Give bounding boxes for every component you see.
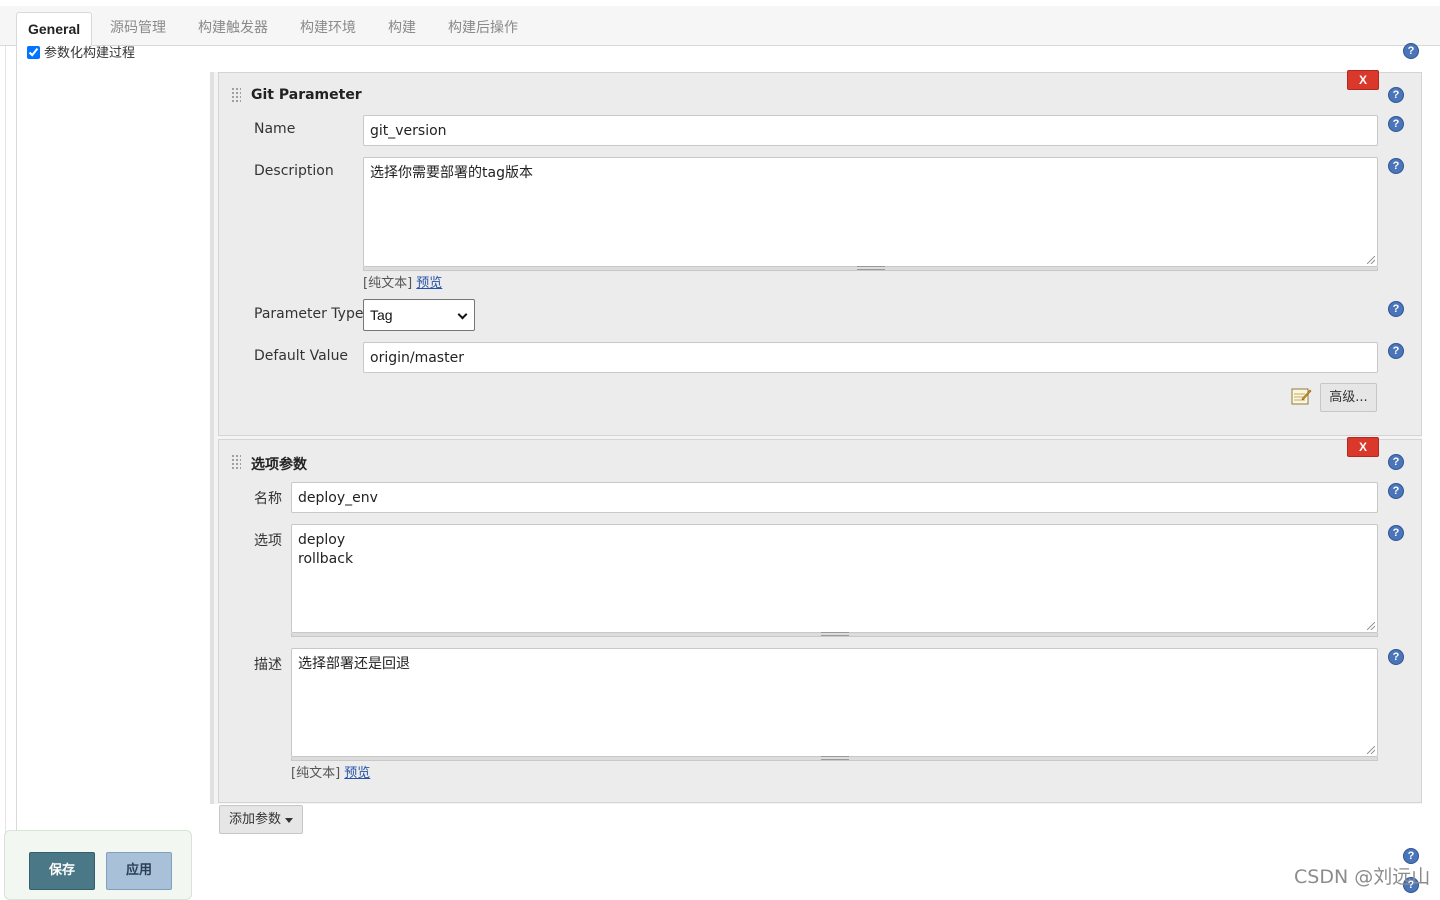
drag-handle-icon[interactable] bbox=[231, 87, 241, 103]
notepad-icon[interactable] bbox=[1290, 386, 1312, 406]
add-parameter-button[interactable]: 添加参数 bbox=[219, 805, 303, 834]
description-label: Description bbox=[254, 163, 334, 179]
parameter-type-label: Parameter Type bbox=[254, 306, 364, 322]
resize-grip-icon[interactable] bbox=[857, 266, 885, 270]
plain-text-label: [纯文本] bbox=[291, 766, 341, 781]
resize-grip-icon[interactable] bbox=[821, 756, 849, 760]
choice-name-label: 名称 bbox=[254, 491, 282, 507]
delete-git-parameter-button[interactable]: X bbox=[1347, 70, 1379, 90]
delete-choice-parameter-button[interactable]: X bbox=[1347, 437, 1379, 457]
choice-name-input[interactable]: deploy_env bbox=[291, 482, 1378, 513]
save-button[interactable]: 保存 bbox=[29, 852, 95, 890]
advanced-button[interactable]: 高级... bbox=[1320, 383, 1377, 412]
section-border bbox=[16, 46, 17, 836]
choices-textarea[interactable]: deploy rollback bbox=[291, 524, 1378, 633]
git-parameter-title: Git Parameter bbox=[251, 87, 362, 103]
resize-grip-icon[interactable] bbox=[821, 632, 849, 636]
add-parameter-label: 添加参数 bbox=[229, 812, 282, 827]
apply-button[interactable]: 应用 bbox=[106, 852, 172, 890]
help-icon[interactable]: ? bbox=[1388, 525, 1404, 541]
parameter-type-value: Tag bbox=[370, 307, 393, 323]
help-icon[interactable]: ? bbox=[1403, 43, 1419, 59]
tab-build-triggers[interactable]: 构建触发器 bbox=[187, 12, 279, 46]
choice-description-textarea[interactable]: 选择部署还是回退 bbox=[291, 648, 1378, 757]
parameterized-build-label: 参数化构建过程 bbox=[44, 46, 136, 61]
chevron-down-icon bbox=[457, 309, 468, 320]
drag-handle-icon[interactable] bbox=[231, 454, 241, 470]
config-tab-bar: General 源码管理 构建触发器 构建环境 构建 构建后操作 bbox=[0, 6, 1440, 47]
default-value-label: Default Value bbox=[254, 348, 349, 364]
preview-link[interactable]: 预览 bbox=[344, 766, 370, 781]
plain-text-label: [纯文本] bbox=[363, 276, 413, 291]
git-parameter-block: Git Parameter X Name git_version Descrip… bbox=[218, 70, 1422, 436]
tab-build[interactable]: 构建 bbox=[377, 12, 427, 46]
help-icon[interactable]: ? bbox=[1388, 483, 1404, 499]
choice-description-label: 描述 bbox=[254, 657, 282, 673]
caret-down-icon bbox=[285, 818, 293, 823]
choices-label: 选项 bbox=[254, 533, 282, 549]
page-border-outer bbox=[5, 46, 6, 836]
help-icon[interactable]: ? bbox=[1388, 87, 1404, 103]
preview-link[interactable]: 预览 bbox=[416, 276, 442, 291]
choice-parameter-title: 选项参数 bbox=[251, 457, 307, 473]
help-icon[interactable]: ? bbox=[1388, 343, 1404, 359]
default-value-input[interactable]: origin/master bbox=[363, 342, 1378, 373]
help-icon[interactable]: ? bbox=[1388, 158, 1404, 174]
parameterized-build-checkbox[interactable] bbox=[27, 46, 40, 59]
description-textarea[interactable]: 选择你需要部署的tag版本 bbox=[363, 157, 1378, 267]
help-icon[interactable]: ? bbox=[1388, 649, 1404, 665]
tab-source-management[interactable]: 源码管理 bbox=[99, 12, 177, 46]
parameter-type-select[interactable]: Tag bbox=[363, 299, 475, 331]
tab-build-environment[interactable]: 构建环境 bbox=[289, 12, 367, 46]
help-icon[interactable]: ? bbox=[1388, 454, 1404, 470]
tab-post-build-actions[interactable]: 构建后操作 bbox=[437, 12, 529, 46]
help-icon[interactable]: ? bbox=[1388, 301, 1404, 317]
help-icon[interactable]: ? bbox=[1388, 116, 1404, 132]
choice-description-format-row: [纯文本] 预览 bbox=[291, 762, 370, 781]
parameterized-build-row: 参数化构建过程 bbox=[27, 42, 135, 61]
watermark: CSDN @刘远山 bbox=[1294, 866, 1431, 888]
choice-parameter-block: 选项参数 X 名称 deploy_env 选项 deploy rollback … bbox=[218, 437, 1422, 803]
name-input[interactable]: git_version bbox=[363, 115, 1378, 146]
name-label: Name bbox=[254, 121, 296, 137]
description-format-row: [纯文本] 预览 bbox=[363, 272, 442, 291]
